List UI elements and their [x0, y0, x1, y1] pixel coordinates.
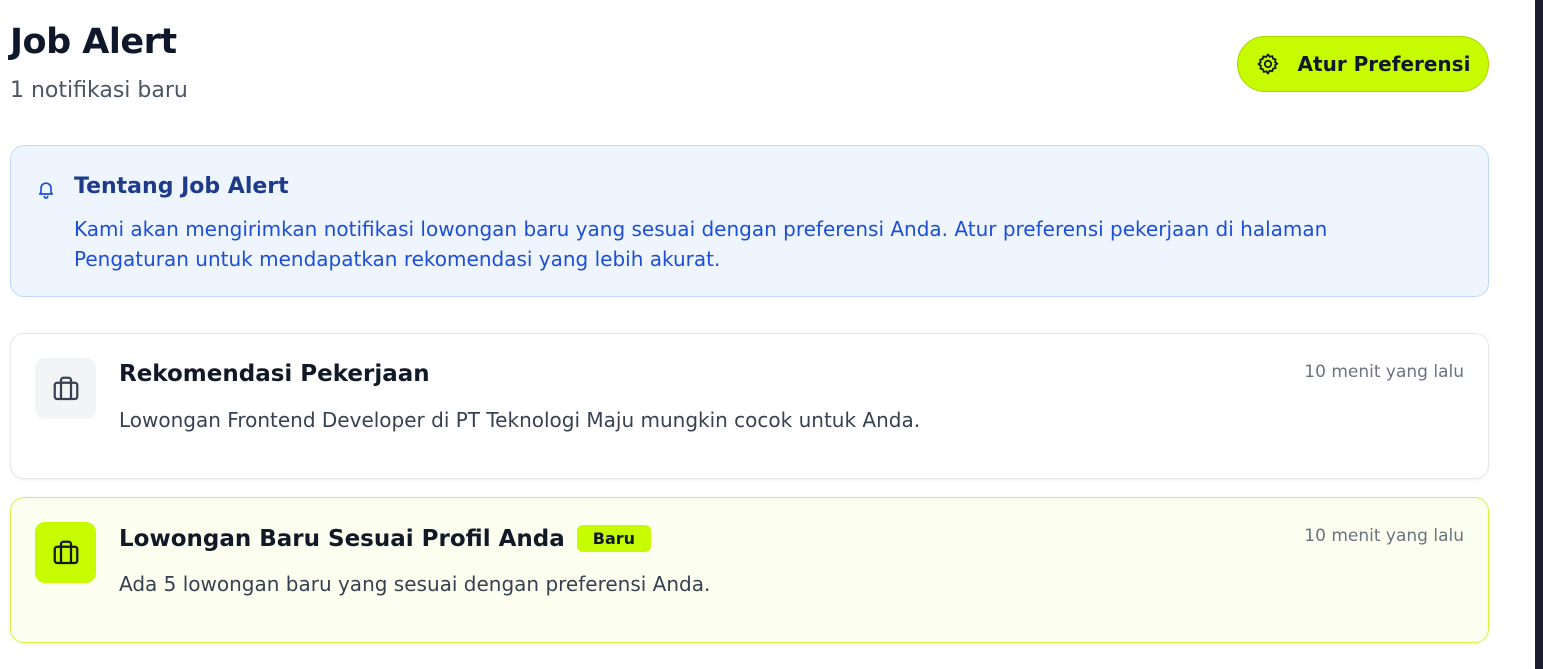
- info-box: Tentang Job Alert Kami akan mengirimkan …: [10, 145, 1489, 297]
- window-edge: [1535, 0, 1543, 669]
- notification-title-row: Lowongan Baru Sesuai Profil Anda Baru: [119, 525, 652, 552]
- job-alert-page: Job Alert 1 notifikasi baru Atur Prefere…: [10, 0, 1489, 643]
- page-title: Job Alert: [10, 22, 177, 62]
- notification-count: 1 notifikasi baru: [10, 78, 188, 103]
- preferences-button-label: Atur Preferensi: [1297, 52, 1471, 76]
- preferences-button[interactable]: Atur Preferensi: [1237, 36, 1489, 92]
- notification-time: 10 menit yang lalu: [1304, 526, 1464, 546]
- notification-card[interactable]: Rekomendasi Pekerjaan 10 menit yang lalu…: [10, 333, 1489, 479]
- info-title: Tentang Job Alert: [74, 174, 289, 199]
- new-badge: Baru: [576, 525, 652, 552]
- notification-message: Ada 5 lowongan baru yang sesuai dengan p…: [119, 572, 711, 596]
- gear-icon: [1256, 52, 1280, 76]
- notification-title-row: Rekomendasi Pekerjaan: [119, 361, 430, 387]
- info-text: Kami akan mengirimkan notifikasi lowonga…: [74, 217, 1328, 271]
- page-header: Job Alert 1 notifikasi baru Atur Prefere…: [10, 0, 1489, 145]
- briefcase-icon: [35, 522, 96, 583]
- notification-message: Lowongan Frontend Developer di PT Teknol…: [119, 408, 921, 432]
- notification-title: Rekomendasi Pekerjaan: [119, 361, 430, 387]
- notification-card-unread[interactable]: Lowongan Baru Sesuai Profil Anda Baru 10…: [10, 497, 1489, 643]
- notification-time: 10 menit yang lalu: [1304, 362, 1464, 382]
- briefcase-icon: [35, 358, 96, 419]
- notification-title: Lowongan Baru Sesuai Profil Anda: [119, 525, 565, 552]
- bell-icon: [36, 179, 56, 199]
